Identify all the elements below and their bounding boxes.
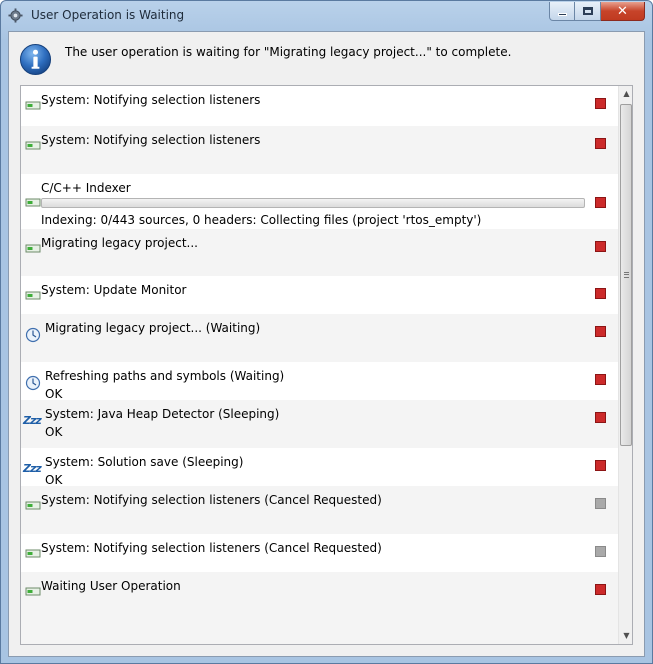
job-row[interactable]: System: Notifying selection listeners (C… (21, 486, 618, 534)
job-status-text: Indexing: 0/443 sources, 0 headers: Coll… (41, 213, 482, 227)
sleep-icon: Zzz (23, 461, 45, 477)
sleep-icon: Zzz (23, 413, 45, 429)
close-icon: ✕ (617, 3, 628, 19)
job-icon (25, 240, 41, 256)
cancel-job-button[interactable] (595, 197, 606, 208)
job-row[interactable]: System: Notifying selection listeners (C… (21, 534, 618, 572)
job-list[interactable]: System: Notifying selection listeners Sys… (20, 85, 633, 645)
maximize-icon (582, 7, 593, 15)
cancel-job-button-disabled (595, 498, 606, 509)
window-title: User Operation is Waiting (31, 8, 185, 22)
minimize-button[interactable] (549, 2, 575, 21)
job-title: Migrating legacy project... (Waiting) (45, 321, 261, 335)
title-bar[interactable]: User Operation is Waiting ✕ (1, 1, 652, 31)
sleep-glyph: Zzz (23, 462, 42, 475)
job-row[interactable]: Refreshing paths and symbols (Waiting) OK (21, 362, 618, 401)
cancel-job-button[interactable] (595, 584, 606, 595)
cancel-job-button[interactable] (595, 138, 606, 149)
job-row[interactable]: Migrating legacy project... (21, 229, 618, 276)
scroll-grip-icon (624, 272, 629, 278)
job-progress-bar (41, 198, 585, 208)
job-row[interactable]: System: Notifying selection listeners (21, 126, 618, 174)
scroll-thumb[interactable] (620, 104, 632, 446)
job-title: System: Notifying selection listeners (C… (41, 541, 382, 555)
clock-icon (25, 375, 41, 391)
job-icon (25, 583, 41, 599)
job-icon (25, 194, 41, 210)
job-title: Refreshing paths and symbols (Waiting) (45, 369, 285, 383)
maximize-button[interactable] (575, 2, 601, 21)
job-title: System: Notifying selection listeners (41, 133, 261, 147)
minimize-icon (557, 12, 567, 16)
job-title: System: Notifying selection listeners (41, 93, 261, 107)
cancel-job-button[interactable] (595, 460, 606, 471)
cancel-job-button[interactable] (595, 412, 606, 423)
dialog-window: User Operation is Waiting ✕ The user ope… (0, 0, 653, 664)
job-icon (25, 497, 41, 513)
job-status-text: OK (45, 425, 63, 439)
job-icon (25, 97, 41, 113)
job-row[interactable]: System: Notifying selection listeners (21, 86, 618, 126)
job-icon (25, 287, 41, 303)
dialog-client-area: The user operation is waiting for "Migra… (8, 31, 645, 657)
job-row[interactable]: Zzz System: Java Heap Detector (Sleeping)… (21, 400, 618, 448)
cancel-job-button-disabled (595, 546, 606, 557)
scroll-up-icon[interactable]: ▲ (619, 86, 632, 102)
clock-icon (25, 327, 41, 343)
job-icon (25, 137, 41, 153)
job-title: System: Java Heap Detector (Sleeping) (45, 407, 280, 421)
job-title: Migrating legacy project... (41, 236, 198, 250)
job-row[interactable]: Waiting User Operation (21, 572, 618, 644)
job-title: System: Update Monitor (41, 283, 187, 297)
job-status-text: OK (45, 387, 63, 401)
cancel-job-button[interactable] (595, 374, 606, 385)
cancel-job-button[interactable] (595, 326, 606, 337)
cancel-job-button[interactable] (595, 241, 606, 252)
caption-buttons: ✕ (549, 2, 645, 21)
info-icon (19, 43, 52, 76)
job-row[interactable]: System: Update Monitor (21, 276, 618, 314)
app-gear-icon (8, 8, 23, 23)
cancel-job-button[interactable] (595, 98, 606, 109)
sleep-glyph: Zzz (23, 414, 42, 427)
job-row[interactable]: C/C++ Indexer Indexing: 0/443 sources, 0 … (21, 174, 618, 229)
waiting-message: The user operation is waiting for "Migra… (65, 45, 512, 59)
scroll-down-icon[interactable]: ▼ (619, 628, 632, 644)
vertical-scrollbar[interactable]: ▲ ▼ (618, 86, 632, 644)
close-button[interactable]: ✕ (601, 2, 645, 21)
cancel-job-button[interactable] (595, 288, 606, 299)
job-status-text: OK (45, 473, 63, 487)
job-row[interactable]: Zzz System: Solution save (Sleeping) OK (21, 448, 618, 487)
job-title: System: Solution save (Sleeping) (45, 455, 244, 469)
job-title: System: Notifying selection listeners (C… (41, 493, 382, 507)
job-title: C/C++ Indexer (41, 181, 131, 195)
job-row[interactable]: Migrating legacy project... (Waiting) (21, 314, 618, 362)
job-title: Waiting User Operation (41, 579, 181, 593)
job-icon (25, 545, 41, 561)
